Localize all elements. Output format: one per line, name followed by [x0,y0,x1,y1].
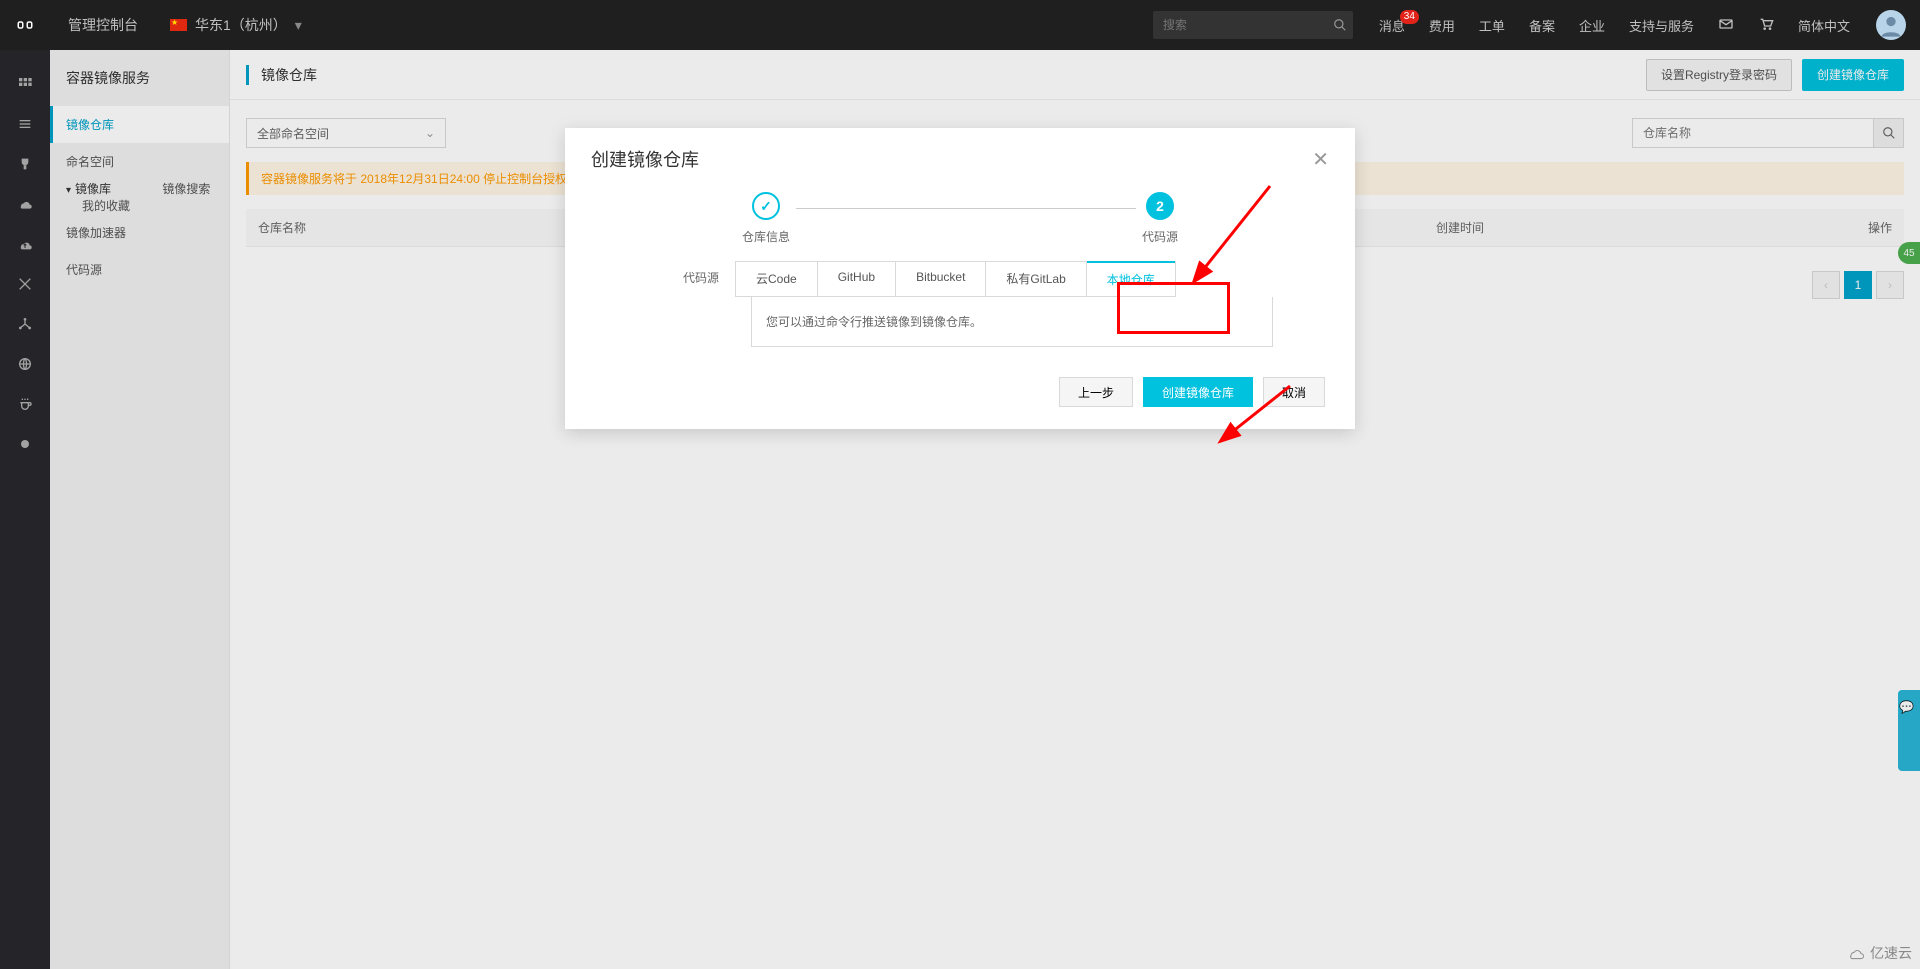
step-indicator: ✓ 仓库信息 2 代码源 [565,182,1355,245]
tab-cloud-code[interactable]: 云Code [736,262,818,296]
watermark: 亿速云 [1846,943,1912,963]
top-bar: 管理控制台 华东1（杭州） ▾ 消息 34 费用 工单 备案 企业 支持与服务 … [0,0,1920,50]
nav-messages[interactable]: 消息 34 [1367,16,1417,35]
modal-footer: 上一步 创建镜像仓库 取消 [565,347,1355,429]
step-1: ✓ 仓库信息 [742,192,790,245]
modal-title: 创建镜像仓库 [591,146,699,172]
nav-support[interactable]: 支持与服务 [1617,16,1706,35]
tab-github[interactable]: GitHub [818,262,896,296]
chevron-down-icon: ▾ [295,17,302,34]
search-icon[interactable] [1328,18,1353,32]
nav-enterprise[interactable]: 企业 [1567,16,1617,35]
step-2: 2 代码源 [1142,192,1178,245]
tab-local[interactable]: 本地仓库 [1087,261,1175,296]
nav-language[interactable]: 简体中文 [1786,16,1862,35]
codesource-tabs: 云Code GitHub Bitbucket 私有GitLab 本地仓库 [735,261,1176,297]
close-icon[interactable]: ✕ [1312,147,1329,172]
region-selector[interactable]: 华东1（杭州） ▾ [156,15,316,35]
aliyun-logo[interactable] [0,16,50,34]
nav-ticket[interactable]: 工单 [1467,16,1517,35]
mail-icon[interactable] [1706,16,1746,35]
prev-step-button[interactable]: 上一步 [1059,377,1133,407]
user-avatar[interactable] [1876,10,1906,40]
create-repo-modal: 创建镜像仓库 ✕ ✓ 仓库信息 2 代码源 代码源 云Code GitHub B… [565,128,1355,429]
region-name: 华东1（杭州） [195,15,287,35]
flag-icon [170,19,187,31]
global-search[interactable] [1153,11,1353,39]
modal-mask: 创建镜像仓库 ✕ ✓ 仓库信息 2 代码源 代码源 云Code GitHub B… [0,50,1920,969]
nav-filing[interactable]: 备案 [1517,16,1567,35]
local-desc: 您可以通过命令行推送镜像到镜像仓库。 [751,297,1273,347]
codesource-row: 代码源 云Code GitHub Bitbucket 私有GitLab 本地仓库 [565,245,1355,297]
nav-billing[interactable]: 费用 [1417,16,1467,35]
console-label: 管理控制台 [50,15,156,35]
step-2-bubble: 2 [1146,192,1174,220]
tab-private-gitlab[interactable]: 私有GitLab [986,262,1086,296]
step-connector [796,208,1136,209]
modal-create-button[interactable]: 创建镜像仓库 [1143,377,1253,407]
check-icon: ✓ [752,192,780,220]
cancel-button[interactable]: 取消 [1263,377,1325,407]
tab-bitbucket[interactable]: Bitbucket [896,262,986,296]
codesource-label: 代码源 [595,261,735,297]
search-input[interactable] [1153,18,1328,32]
cart-icon[interactable] [1746,16,1786,35]
